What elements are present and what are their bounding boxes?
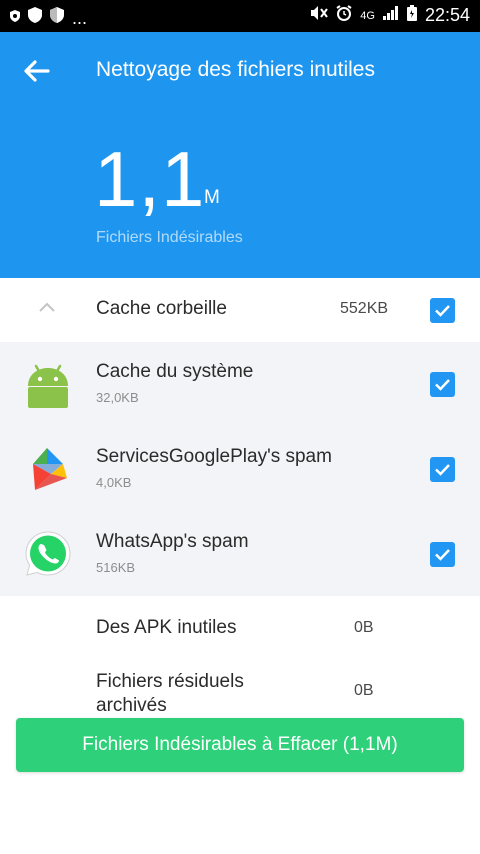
check-icon [435, 379, 450, 391]
section-label: Cache corbeille [96, 298, 227, 319]
item-size: 32,0KB [96, 390, 139, 405]
shield-half-icon [50, 7, 64, 28]
network-type: 4G [360, 9, 375, 22]
list-item[interactable]: ServicesGooglePlay's spam 4,0KB [0, 427, 480, 512]
android-icon [22, 358, 74, 410]
check-icon [435, 305, 450, 317]
section-useless-apk[interactable]: Des APK inutiles 0B [0, 596, 480, 660]
shield-small-icon [10, 9, 20, 27]
section-size: 0B [354, 619, 374, 636]
section-size: 0B [354, 682, 374, 699]
item-label: WhatsApp's spam [96, 531, 249, 552]
battery-icon [406, 5, 417, 26]
list-item[interactable]: WhatsApp's spam 516KB [0, 512, 480, 596]
check-icon [435, 549, 450, 561]
section-checkbox[interactable] [430, 298, 455, 323]
clock: 22:54 [424, 5, 470, 25]
item-label: ServicesGooglePlay's spam [96, 446, 332, 467]
section-label: Des APK inutiles [96, 617, 237, 638]
chevron-up-icon[interactable] [38, 300, 56, 318]
item-checkbox[interactable] [430, 542, 455, 567]
check-icon [435, 464, 450, 476]
header-subtitle: Fichiers Indésirables [96, 229, 243, 246]
total-junk-unit: M [204, 187, 220, 208]
header: Nettoyage des fichiers inutiles 1,1 M Fi… [0, 32, 480, 278]
whatsapp-icon [22, 528, 74, 580]
shield-icon [28, 7, 42, 28]
arrow-left-icon [24, 60, 50, 82]
item-size: 516KB [96, 560, 136, 575]
alarm-icon [336, 5, 352, 26]
section-size: 552KB [340, 300, 389, 317]
status-bar: ... 4G 22:54 [0, 0, 480, 32]
item-checkbox[interactable] [430, 457, 455, 482]
item-label: Cache du système [96, 361, 254, 382]
back-button[interactable] [20, 54, 54, 88]
section-label: Fichiers résiduels archivés [96, 671, 244, 716]
more-notifications-indicator: ... [72, 7, 88, 28]
mute-icon [310, 5, 329, 26]
page-title: Nettoyage des fichiers inutiles [96, 58, 375, 81]
section-residual-files[interactable]: Fichiers résiduels archivés 0B [0, 660, 480, 718]
item-size: 4,0KB [96, 475, 132, 490]
item-checkbox[interactable] [430, 372, 455, 397]
signal-icon [382, 6, 399, 25]
clean-junk-button[interactable]: Fichiers Indésirables à Effacer (1,1M) [16, 718, 464, 772]
total-junk-size: 1,1 [94, 135, 206, 223]
section-cache-corbeille[interactable]: Cache corbeille 552KB [0, 278, 480, 342]
status-system-icons: 4G 22:54 [310, 5, 470, 26]
list-item[interactable]: Cache du système 32,0KB [0, 342, 480, 427]
google-play-services-icon [22, 443, 74, 495]
status-notifications: ... [10, 7, 87, 28]
